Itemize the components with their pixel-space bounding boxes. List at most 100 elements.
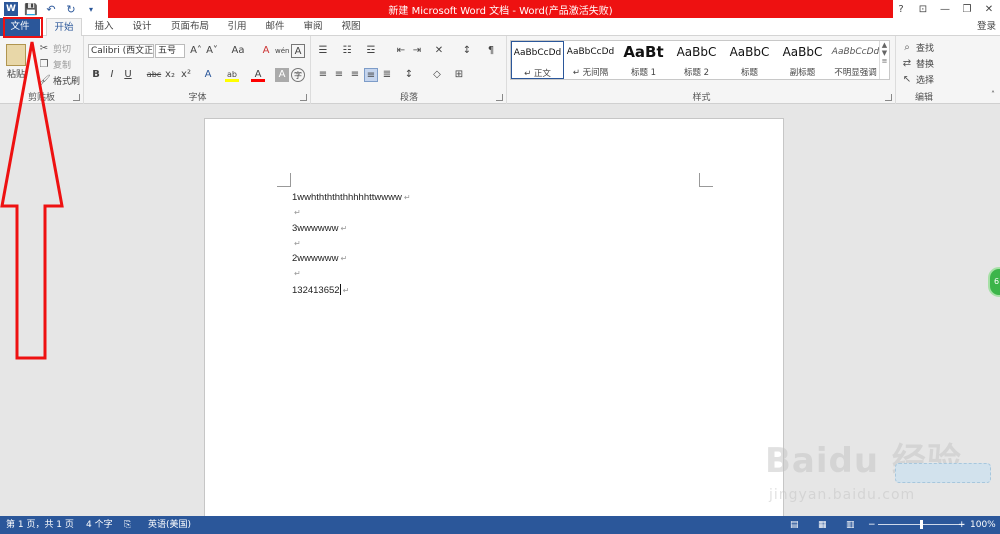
style-sample: AaBbCcDd: [513, 48, 562, 58]
style-normal[interactable]: AaBbCcDd ↵ 正文: [511, 41, 564, 79]
zoom-slider-thumb[interactable]: [920, 520, 923, 529]
find-label: 查找: [916, 44, 935, 54]
distributed-button[interactable]: ≣: [380, 68, 394, 82]
tab-insert[interactable]: 插入: [90, 18, 118, 36]
customize-qat-icon[interactable]: ▾: [84, 2, 98, 16]
print-layout-icon[interactable]: ▦: [818, 516, 827, 534]
tab-design[interactable]: 设计: [128, 18, 156, 36]
zoom-out-button[interactable]: −: [868, 516, 876, 534]
line-spacing-button[interactable]: ↕: [402, 68, 416, 82]
font-size-select[interactable]: 五号: [155, 44, 185, 58]
side-badge[interactable]: 61: [988, 267, 1000, 297]
phonetic-guide-button[interactable]: wén: [275, 44, 289, 58]
font-name-select[interactable]: Calibri (西文正文: [88, 44, 154, 58]
zoom-in-button[interactable]: +: [958, 516, 966, 534]
tab-home[interactable]: 开始: [46, 18, 82, 37]
document-line[interactable]: ↵: [292, 268, 301, 279]
tab-review[interactable]: 审阅: [300, 18, 326, 36]
select-button[interactable]: ↖ 选择: [901, 73, 934, 87]
tab-references[interactable]: 引用: [224, 18, 250, 36]
char-border-button[interactable]: A: [291, 44, 305, 58]
word-app-icon[interactable]: W: [4, 2, 18, 16]
web-layout-icon[interactable]: ▥: [846, 516, 855, 534]
numbering-button[interactable]: ☷: [340, 44, 354, 58]
minimize-button[interactable]: —: [934, 0, 956, 18]
highlight-button[interactable]: ab: [225, 68, 239, 82]
paragraph-shading-button[interactable]: ◇: [430, 68, 444, 82]
enclose-char-button[interactable]: 字: [291, 68, 305, 82]
read-mode-icon[interactable]: ▤: [790, 516, 799, 534]
proofing-icon[interactable]: ⎘: [124, 516, 131, 534]
bullets-button[interactable]: ☰: [316, 44, 330, 58]
borders-button[interactable]: ⊞: [452, 68, 466, 82]
show-marks-button[interactable]: ¶: [484, 44, 498, 58]
word-count[interactable]: 4 个字: [86, 516, 113, 534]
style-heading-2[interactable]: AaBbC 标题 2: [670, 41, 723, 79]
font-launcher-icon[interactable]: [300, 94, 307, 101]
ribbon-display-options-button[interactable]: ⊡: [912, 0, 934, 18]
document-page[interactable]: 1wwhththththhhhhttwwww ↵ ↵ 3wwwwww ↵ ↵ 2ww…: [204, 118, 784, 528]
styles-gallery: AaBbCcDd ↵ 正文 AaBbCcDd ↵ 无间隔 AaBt 标题 1 A…: [510, 40, 890, 80]
tab-layout[interactable]: 页面布局: [168, 18, 212, 36]
sort-button[interactable]: ↕: [460, 44, 474, 58]
styles-launcher-icon[interactable]: [885, 94, 892, 101]
chinese-layout-button[interactable]: ✕: [432, 44, 446, 58]
multilevel-list-button[interactable]: ☲: [364, 44, 378, 58]
gallery-down-icon[interactable]: ▼: [880, 49, 889, 57]
clear-format-button[interactable]: A: [259, 44, 273, 58]
collapse-ribbon-icon[interactable]: ˄: [986, 88, 1000, 102]
document-line[interactable]: ↵: [292, 207, 301, 218]
style-subtle-emphasis[interactable]: AaBbCcDd 不明显强调: [829, 41, 882, 79]
style-heading-1[interactable]: AaBt 标题 1: [617, 41, 670, 79]
redo-icon[interactable]: ↻: [64, 2, 78, 16]
increase-indent-button[interactable]: ⇥: [410, 44, 424, 58]
close-button[interactable]: ✕: [978, 0, 1000, 18]
paragraph-launcher-icon[interactable]: [496, 94, 503, 101]
decrease-indent-button[interactable]: ⇤: [394, 44, 408, 58]
document-line[interactable]: 132413652 ↵: [292, 284, 349, 296]
gallery-up-icon[interactable]: ▲: [880, 41, 889, 49]
sign-in-link[interactable]: 登录: [977, 18, 996, 36]
strikethrough-button[interactable]: abc: [145, 68, 163, 82]
help-button[interactable]: ?: [890, 0, 912, 18]
restore-button[interactable]: ❐: [956, 0, 978, 18]
shrink-font-button[interactable]: A˅: [205, 44, 219, 58]
watermark-url: jingyan.baidu.com: [769, 487, 916, 503]
zoom-slider[interactable]: [878, 520, 964, 529]
language-indicator[interactable]: 英语(美国): [148, 516, 191, 534]
grow-font-button[interactable]: A˄: [189, 44, 203, 58]
justify-button[interactable]: ≡: [364, 68, 378, 82]
bold-button[interactable]: B: [89, 68, 103, 82]
find-button[interactable]: ⌕ 查找: [901, 41, 935, 55]
tab-view[interactable]: 视图: [338, 18, 364, 36]
gallery-more-icon[interactable]: ≡: [880, 57, 889, 65]
change-case-button[interactable]: Aa: [227, 44, 249, 58]
file-tab-highlight-box: [3, 17, 43, 38]
char-shading-button[interactable]: A: [275, 68, 289, 82]
page-count[interactable]: 第 1 页，共 1 页: [6, 516, 74, 534]
subscript-button[interactable]: x₂: [163, 68, 177, 82]
undo-icon[interactable]: ↶: [44, 2, 58, 16]
underline-button[interactable]: U: [121, 68, 135, 82]
superscript-button[interactable]: x²: [179, 68, 193, 82]
align-left-button[interactable]: ≡: [316, 68, 330, 82]
align-right-button[interactable]: ≡: [348, 68, 362, 82]
italic-button[interactable]: I: [105, 68, 119, 82]
tab-mailings[interactable]: 邮件: [262, 18, 288, 36]
document-line[interactable]: 2wwwwww ↵: [292, 253, 347, 264]
style-no-spacing[interactable]: AaBbCcDd ↵ 无间隔: [564, 41, 617, 79]
text-effects-button[interactable]: A: [201, 68, 215, 82]
clipboard-launcher-icon[interactable]: [73, 94, 80, 101]
document-line[interactable]: 1wwhththththhhhhttwwww ↵: [292, 192, 411, 203]
save-icon[interactable]: 💾: [24, 2, 38, 16]
styles-gallery-scroll[interactable]: ▲ ▼ ≡: [879, 41, 889, 79]
font-color-button[interactable]: A: [251, 68, 265, 82]
style-subtitle[interactable]: AaBbC 副标题: [776, 41, 829, 79]
replace-button[interactable]: ⇄ 替换: [901, 57, 934, 71]
font-group: Calibri (西文正文 五号 A˄ A˅ Aa A wén A B I U …: [85, 36, 311, 104]
style-title[interactable]: AaBbC 标题: [723, 41, 776, 79]
document-line[interactable]: ↵: [292, 238, 301, 249]
zoom-level[interactable]: 100%: [970, 516, 996, 534]
align-center-button[interactable]: ≡: [332, 68, 346, 82]
document-line[interactable]: 3wwwwww ↵: [292, 223, 347, 234]
